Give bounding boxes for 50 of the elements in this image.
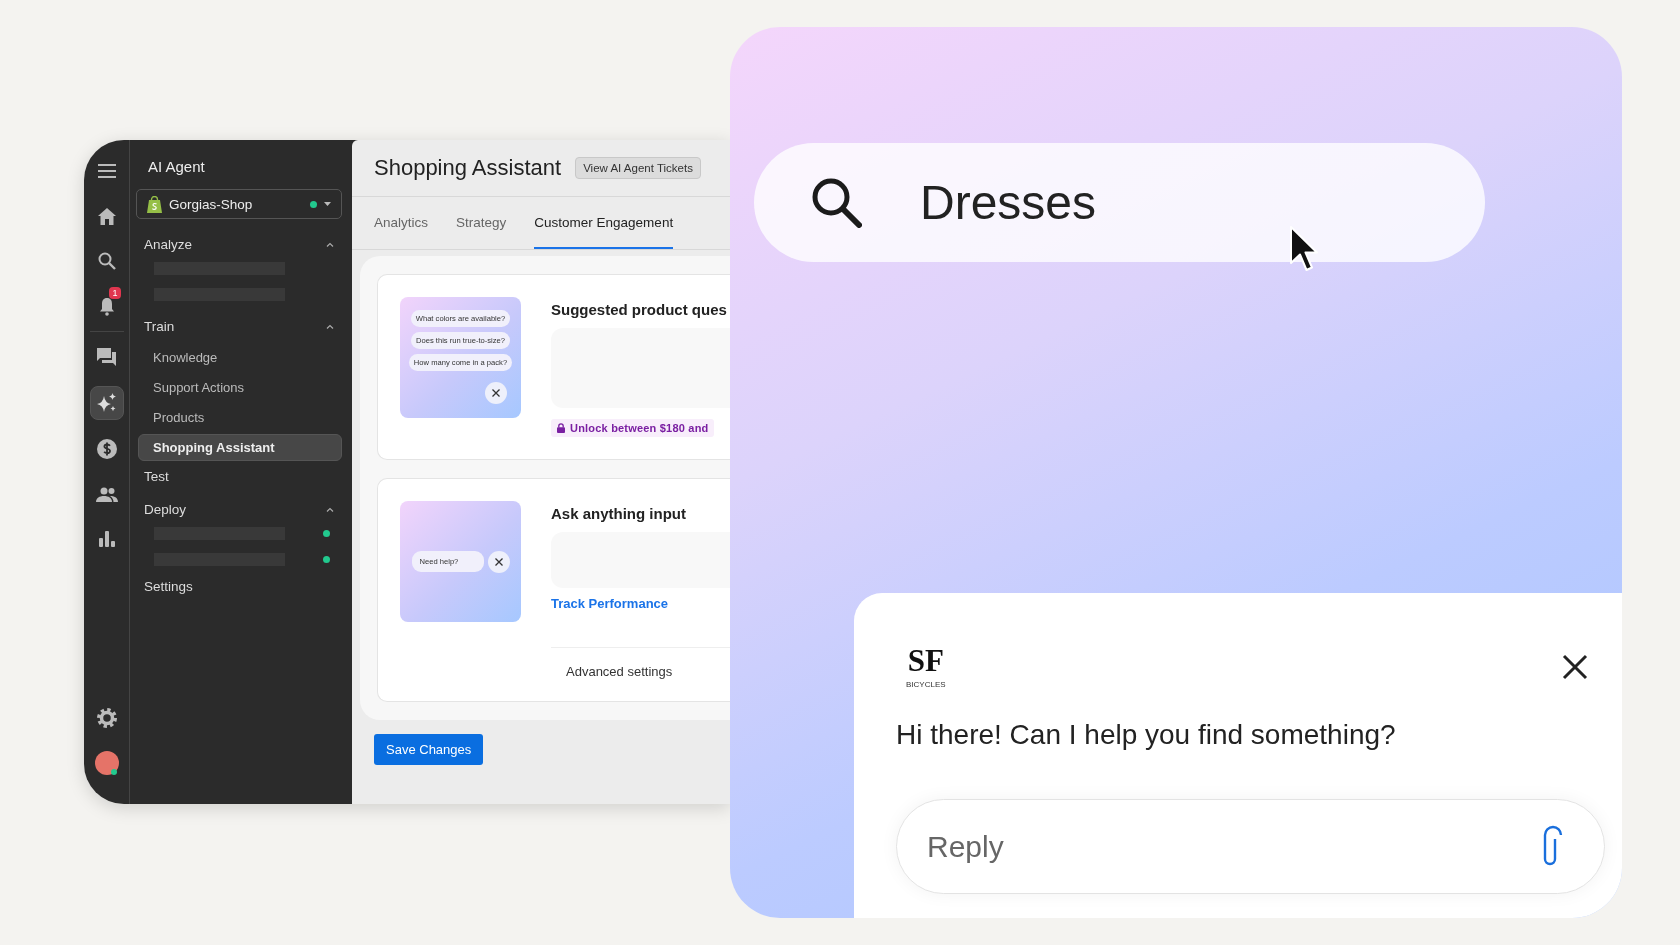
notification-badge: 1 [109,287,121,299]
sidebar-title: AI Agent [148,158,206,175]
sparkle-icon [96,393,117,413]
section-header[interactable]: Deploy [144,502,334,517]
logo-mark: SF [907,645,944,676]
card-title: Suggested product ques [551,301,727,318]
view-tickets-button[interactable]: View AI Agent Tickets [575,157,701,179]
paperclip-icon[interactable] [1541,825,1563,867]
unlock-text: Unlock between $180 and [570,422,709,434]
card-title: Ask anything input [551,505,686,522]
home-icon [97,207,116,225]
caret-icon [324,202,331,206]
sidebar-item[interactable]: Settings [144,579,334,594]
search-field[interactable]: Dresses [754,143,1485,262]
people-icon [95,486,118,502]
sidebar-item[interactable]: Products [138,404,342,431]
save-button[interactable]: Save Changes [374,734,484,765]
store-selector[interactable]: Gorgias-Shop [136,189,342,219]
sidebar-item[interactable]: Shopping Assistant [138,434,342,461]
tab[interactable]: Strategy [456,197,507,249]
chevron-icon [326,242,334,247]
chart-icon [98,531,115,547]
lock-icon [557,423,565,433]
dollar-icon [96,439,117,459]
page-title: Shopping Assistant [374,155,562,181]
sidebar-item[interactable]: Knowledge [138,344,342,371]
menu-icon [97,164,116,178]
tab[interactable]: Analytics [374,197,429,249]
cursor-icon [1289,225,1319,273]
search-icon [97,252,116,270]
chat-icon [97,348,116,366]
reply-field[interactable]: Reply [896,799,1605,894]
section-header[interactable]: Analyze [144,237,334,252]
track-performance-link[interactable]: Track Performance [551,596,669,611]
close-icon [485,382,507,404]
greeting-message: Hi there! Can I help you find something? [896,719,1397,751]
close-icon[interactable] [1562,654,1588,680]
tab[interactable]: Customer Engagement [534,197,674,249]
nav-button[interactable]: 1 [90,290,123,322]
sidebar-item[interactable]: Test [144,469,334,484]
chevron-icon [326,324,334,329]
shopping-bag-icon [147,195,162,213]
settings-icon [96,708,117,728]
section-header[interactable]: Train [144,319,334,334]
sidebar-item[interactable]: Support Actions [138,374,342,401]
nav-button[interactable] [89,386,124,420]
chevron-icon [326,507,334,512]
logo-subtitle: BICYCLES [906,680,946,689]
bell-icon [98,296,115,316]
close-icon [487,550,510,573]
